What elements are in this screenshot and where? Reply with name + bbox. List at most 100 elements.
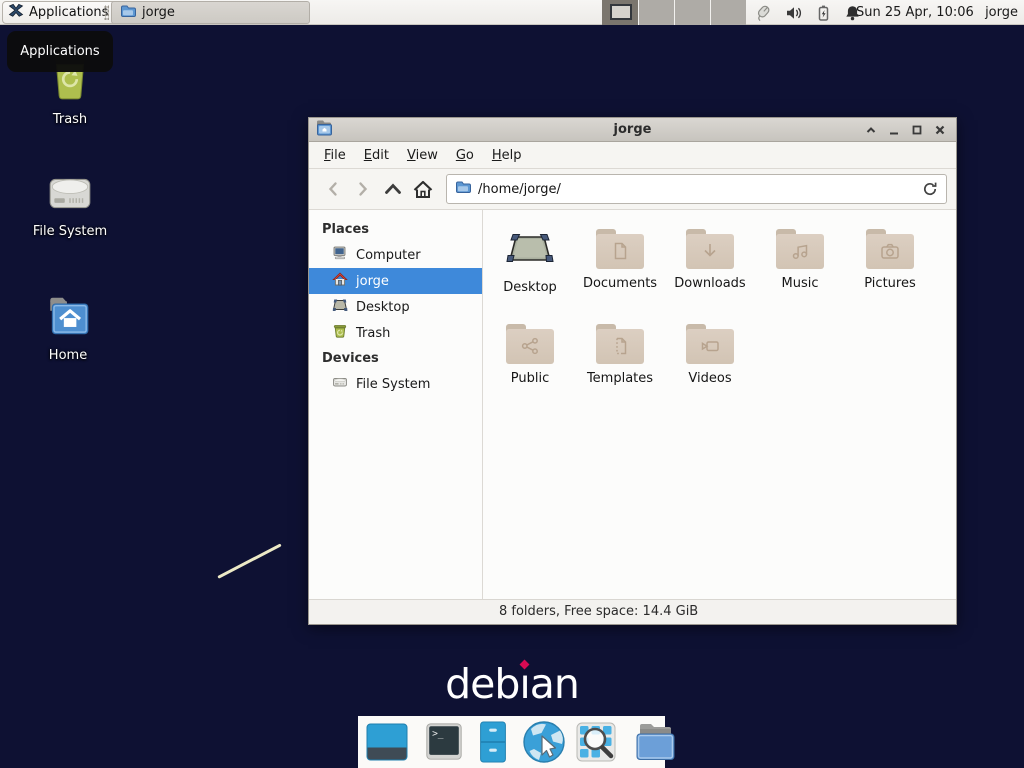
sidebar-item-label: File System [356,377,430,392]
show-desktop-icon[interactable] [365,720,409,764]
menu-edit[interactable]: Edit [355,142,398,169]
workspace-3[interactable] [674,0,710,25]
window-title: jorge [309,122,956,137]
downloads-folder-icon [686,229,734,269]
statusbar: 8 folders, Free space: 14.4 GiB [309,599,956,624]
desktop-icon-home[interactable]: Home [13,294,123,363]
sidebar-item-label: Computer [356,248,421,263]
panel-user-menu[interactable]: jorge [985,0,1018,25]
location-bar[interactable]: /home/jorge/ [446,174,947,204]
web-browser-globe-icon[interactable] [521,719,567,765]
path-folder-icon [455,179,471,199]
folder-item-desktop[interactable]: Desktop [485,220,575,315]
pictures-folder-icon [866,229,914,269]
documents-folder-icon [596,229,644,269]
applications-menu-button[interactable]: Applications [2,1,117,24]
reload-button[interactable] [922,181,938,197]
sidebar-item-trash[interactable]: Trash [309,320,482,346]
folder-window-icon [120,3,136,23]
sidebar: Places Computer jorge Desktop [309,210,483,599]
menubar: File Edit View Go Help [309,142,956,169]
workspace-1[interactable] [602,0,638,25]
menu-go[interactable]: Go [447,142,483,169]
file-manager-folder-icon[interactable] [632,720,678,764]
public-folder-icon [506,324,554,364]
desktop-icon-label: File System [33,224,107,239]
videos-folder-icon [686,324,734,364]
volume-icon[interactable] [785,4,803,22]
terminal-icon[interactable]: >_ [423,721,465,763]
sidebar-item-label: Desktop [356,300,410,315]
debian-logo-text-2: an [530,660,579,708]
sidebar-header-devices: Devices [309,346,482,371]
folder-label: Documents [583,276,657,291]
taskbar-window-label: jorge [142,5,175,20]
up-button[interactable] [378,175,408,203]
top-panel: Applications jorge Sun 25 Apr, 10:06 jor… [0,0,1024,25]
mouse-device-icon[interactable] [754,3,773,22]
desktop-icon-label: Home [49,348,87,363]
debian-logo-text: deb [445,660,519,708]
templates-folder-icon [596,324,644,364]
folder-label: Videos [688,371,731,386]
workspace-4[interactable] [710,0,746,25]
svg-text:>_: >_ [432,728,444,739]
xfce-logo-icon [8,3,24,23]
desktop-mini-icon [332,297,348,317]
trash-mini-icon [332,323,348,343]
folder-item-public[interactable]: Public [485,315,575,410]
folder-item-pictures[interactable]: Pictures [845,220,935,315]
debian-logo: debıan [437,660,587,708]
path-text: /home/jorge/ [478,182,561,197]
sidebar-item-file-system[interactable]: File System [309,371,482,397]
toolbar: /home/jorge/ [309,169,956,210]
window-main: Places Computer jorge Desktop [309,210,956,599]
application-finder-icon[interactable] [574,720,618,764]
file-cabinet-icon[interactable] [472,720,514,764]
sidebar-item-jorge[interactable]: jorge [309,268,482,294]
taskbar-window-button[interactable]: jorge [111,1,310,24]
sidebar-item-computer[interactable]: Computer [309,242,482,268]
sidebar-item-desktop[interactable]: Desktop [309,294,482,320]
workspace-switcher [602,0,746,25]
hard-drive-icon [46,172,94,218]
bottom-dock: >_ [358,716,665,768]
home-icon [332,271,348,291]
folder-label: Desktop [503,280,557,295]
folder-item-templates[interactable]: Templates [575,315,665,410]
applications-tooltip: Applications [7,31,113,72]
desktop-icon-label: Trash [53,112,87,127]
folder-icon-view[interactable]: Desktop Documents Downloads Music [483,210,956,599]
desktop-trapezoid-icon [506,229,554,273]
minimize-button[interactable] [887,123,901,137]
close-button[interactable] [933,123,947,137]
sidebar-item-label: jorge [356,274,389,289]
home-button[interactable] [408,175,438,203]
drive-mini-icon [332,374,348,394]
system-tray [748,0,861,25]
menu-view[interactable]: View [398,142,447,169]
debian-logo-i: ı [519,660,529,708]
panel-clock[interactable]: Sun 25 Apr, 10:06 [856,0,974,25]
menu-file[interactable]: File [315,142,355,169]
file-manager-window: jorge File Edit View Go Help /home/jorge… [308,117,957,625]
folder-item-documents[interactable]: Documents [575,220,665,315]
sidebar-header-places: Places [309,217,482,242]
folder-item-music[interactable]: Music [755,220,845,315]
music-folder-icon [776,229,824,269]
shade-button[interactable] [864,123,878,137]
back-button[interactable] [318,175,348,203]
window-titlebar[interactable]: jorge [309,118,956,142]
folder-item-downloads[interactable]: Downloads [665,220,755,315]
folder-label: Templates [587,371,653,386]
workspace-2[interactable] [638,0,674,25]
forward-button[interactable] [348,175,378,203]
battery-charging-icon[interactable] [815,4,832,22]
panel-separator-handle[interactable] [104,5,109,20]
desktop-icon-file-system[interactable]: File System [15,172,125,239]
folder-label: Downloads [674,276,745,291]
stray-line-artifact [217,543,281,578]
folder-item-videos[interactable]: Videos [665,315,755,410]
maximize-button[interactable] [910,123,924,137]
menu-help[interactable]: Help [483,142,531,169]
